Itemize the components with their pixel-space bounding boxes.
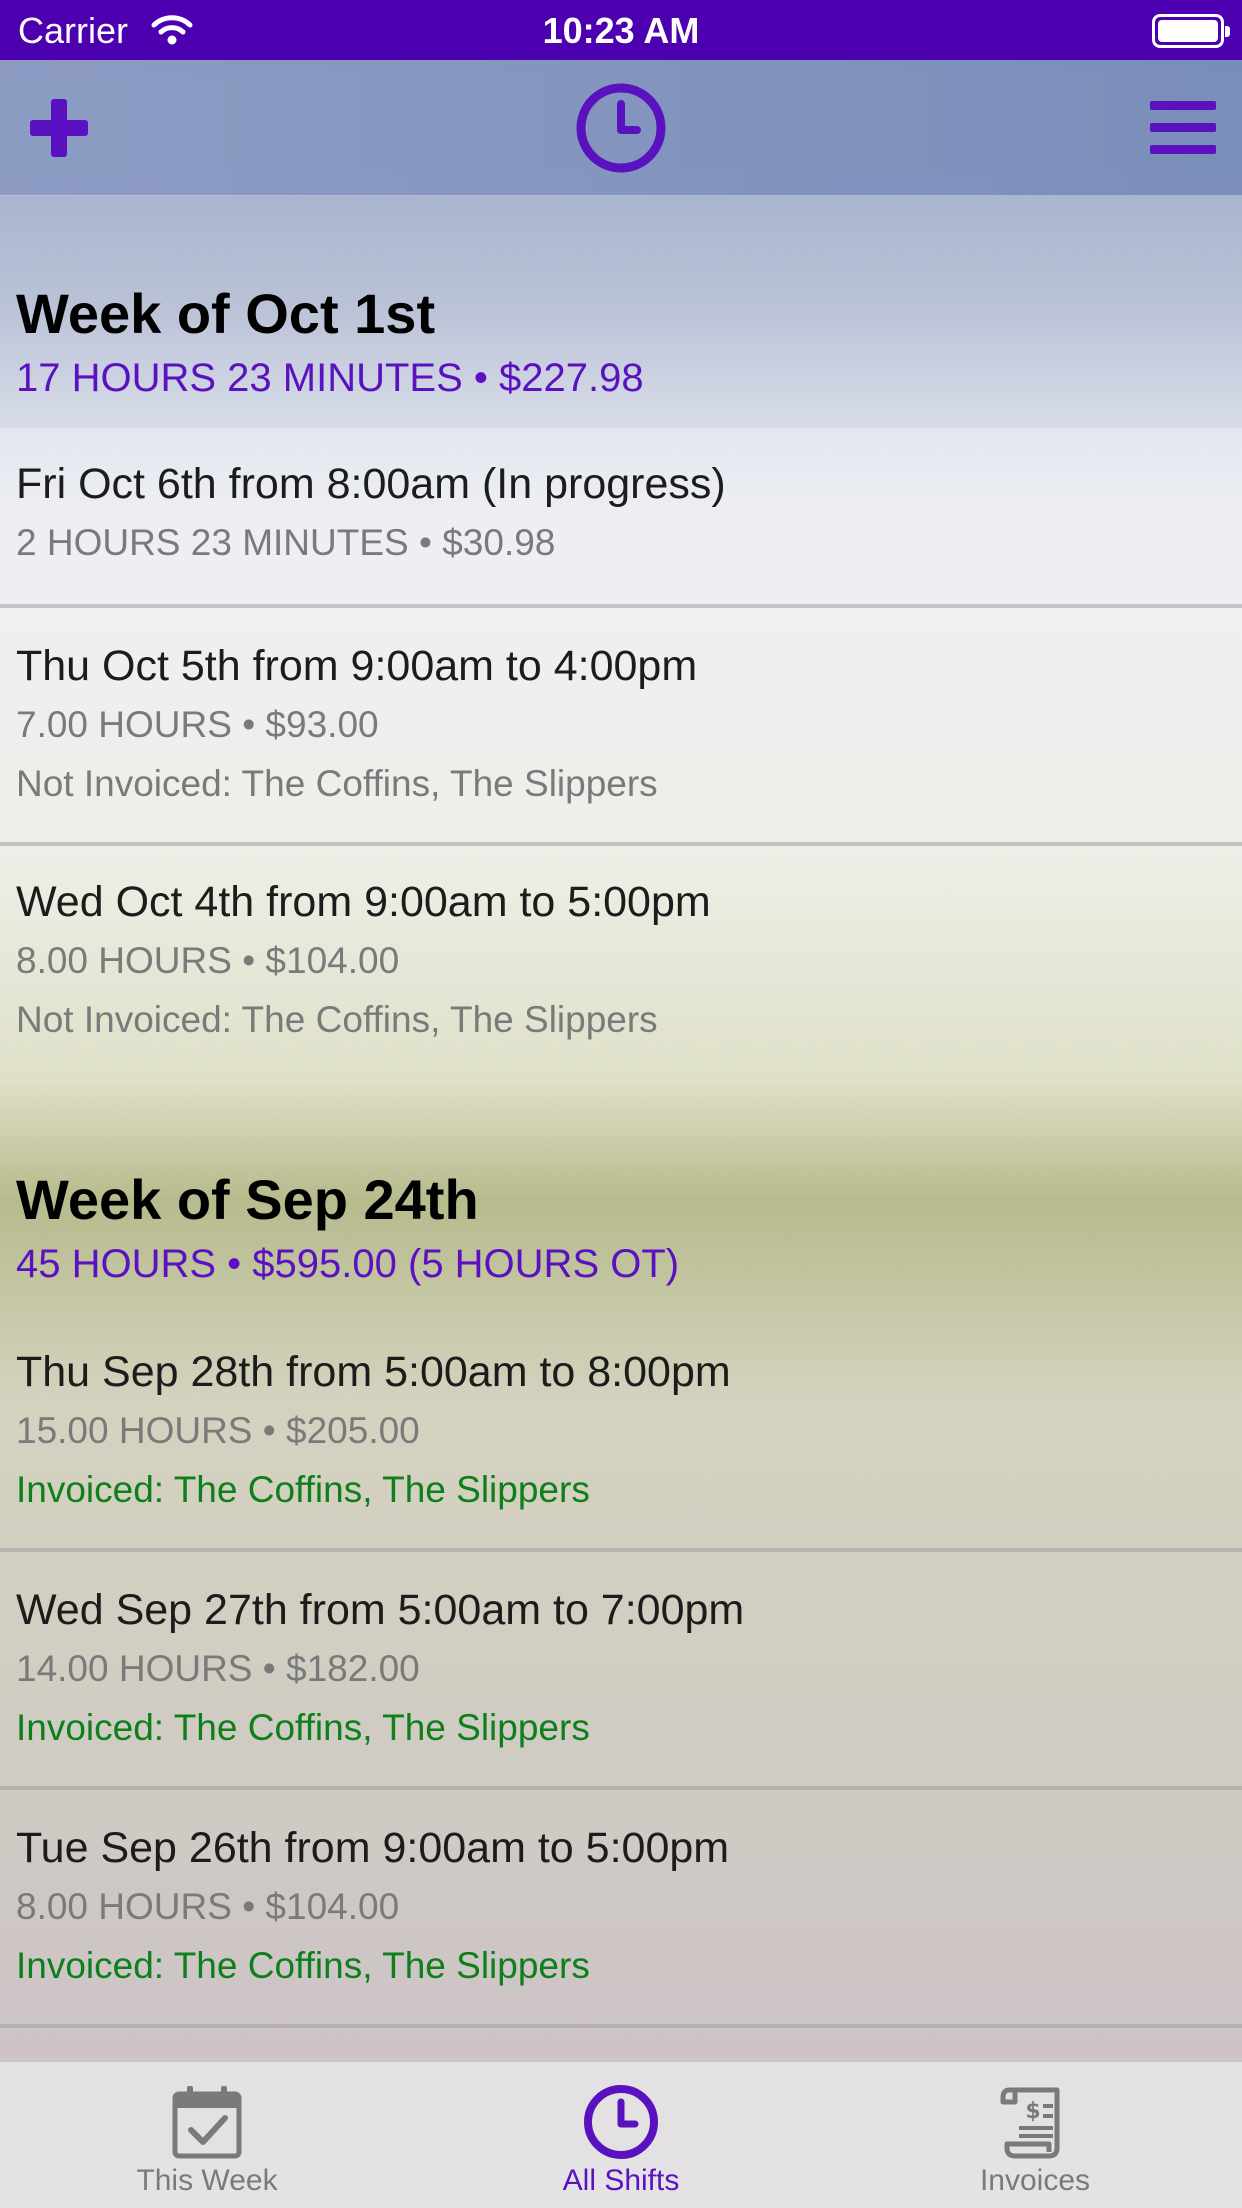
shift-row[interactable]: Wed Sep 27th from 5:00am to 7:00pm 14.00… [0,1552,1242,1790]
shift-detail: 7.00 HOURS • $93.00 [16,704,379,745]
clock-time: 10:23 AM [542,10,700,51]
shift-title: Wed Sep 27th from 5:00am to 7:00pm [16,1586,745,1634]
week-header: Week of Sep 24th 45 HOURS • $595.00 (5 H… [0,1166,1242,1290]
clock-icon [576,83,666,173]
week-summary: 45 HOURS • $595.00 (5 HOURS OT) [16,1242,680,1286]
invoice-status: Invoiced: The Coffins, The Slippers [16,1945,590,1986]
tab-this-week[interactable]: This Week [0,2062,414,2208]
shift-detail: 8.00 HOURS • $104.00 [16,1886,400,1927]
shift-row[interactable]: Wed Oct 4th from 9:00am to 5:00pm 8.00 H… [0,846,1242,1078]
tab-all-shifts[interactable]: All Shifts [414,2062,828,2208]
plus-icon [30,99,88,157]
calendar-check-icon [172,2086,242,2159]
invoice-status: Invoiced: The Coffins, The Slippers [16,1707,590,1748]
shift-title: Wed Oct 4th from 9:00am to 5:00pm [16,878,711,926]
tab-bar: This Week All Shifts $ Invoices [0,2060,1242,2208]
shift-title: Thu Sep 28th from 5:00am to 8:00pm [16,1348,731,1396]
add-shift-button[interactable] [14,60,104,196]
svg-text:$: $ [1025,2099,1040,2124]
week-header: Week of Oct 1st 17 HOURS 23 MINUTES • $2… [0,280,1242,404]
tab-invoices[interactable]: $ Invoices [828,2062,1242,2208]
shift-detail: 15.00 HOURS • $205.00 [16,1410,420,1451]
menu-button[interactable] [1138,60,1228,196]
hamburger-menu-icon [1150,101,1216,154]
shift-row[interactable]: Tue Sep 26th from 9:00am to 5:00pm 8.00 … [0,1790,1242,2028]
invoice-status: Invoiced: The Coffins, The Slippers [16,1469,590,1510]
shift-detail: 14.00 HOURS • $182.00 [16,1648,420,1689]
shift-title: Thu Oct 5th from 9:00am to 4:00pm [16,642,698,690]
invoice-scroll-icon: $ [1000,2087,1060,2159]
tab-label: This Week [136,2164,278,2197]
invoice-status: Not Invoiced: The Coffins, The Slippers [16,999,658,1040]
shift-row[interactable]: Thu Sep 28th from 5:00am to 8:00pm 15.00… [0,1314,1242,1552]
shift-row[interactable]: Fri Oct 6th from 8:00am (In progress) 2 … [0,428,1242,608]
week-summary: 17 HOURS 23 MINUTES • $227.98 [16,356,644,400]
shift-title: Fri Oct 6th from 8:00am (In progress) [16,460,726,508]
shift-detail: 8.00 HOURS • $104.00 [16,940,400,981]
clock-in-button[interactable] [566,60,676,196]
shift-detail: 2 HOURS 23 MINUTES • $30.98 [16,522,556,563]
shift-title: Tue Sep 26th from 9:00am to 5:00pm [16,1824,730,1872]
shift-row[interactable]: Thu Oct 5th from 9:00am to 4:00pm 7.00 H… [0,608,1242,846]
clock-icon [584,2085,658,2159]
tab-label: Invoices [979,2164,1091,2197]
tab-label: All Shifts [562,2164,680,2197]
week-title: Week of Sep 24th [16,1168,479,1231]
nav-bar [0,60,1242,196]
week-title: Week of Oct 1st [16,282,436,345]
battery-icon [1152,14,1230,48]
status-bar: Carrier 10:23 AM [0,0,1242,60]
invoice-status: Not Invoiced: The Coffins, The Slippers [16,763,658,804]
